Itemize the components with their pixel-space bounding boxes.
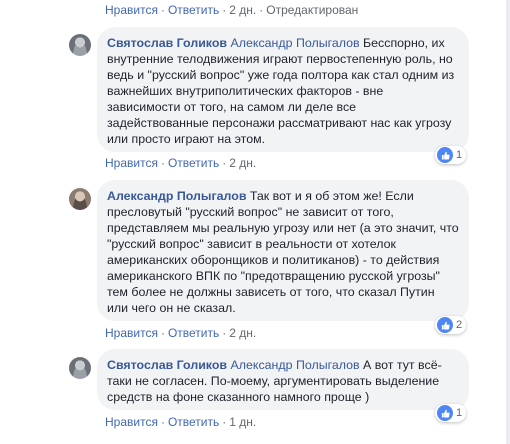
- reaction-summary[interactable]: 2: [435, 316, 467, 334]
- comment-bubble: Святослав Голиков Александр Полыгалов Бе…: [97, 27, 469, 152]
- reply-link[interactable]: Ответить: [168, 326, 219, 340]
- separator-dot: ·: [160, 326, 165, 340]
- like-link[interactable]: Нравится: [105, 3, 158, 17]
- avatar[interactable]: [69, 357, 91, 379]
- separator-dot: ·: [160, 3, 165, 17]
- comment-text: Так вот и я об этом же! Если пресловутый…: [107, 189, 459, 315]
- separator-dot: ·: [222, 3, 227, 17]
- reaction-count: 1: [456, 149, 463, 161]
- avatar[interactable]: [69, 34, 91, 56]
- reply-link[interactable]: Ответить: [168, 156, 219, 170]
- comment-actions: Нравится · Ответить · 1 дн.: [105, 415, 256, 429]
- separator-dot: ·: [222, 326, 227, 340]
- separator-dot: ·: [222, 156, 227, 170]
- reply-link[interactable]: Ответить: [168, 415, 219, 429]
- edited-label[interactable]: Отредактирован: [266, 3, 358, 17]
- comment-bubble: Александр Полыгалов Так вот и я об этом …: [97, 180, 469, 321]
- comment-mention[interactable]: Александр Полыгалов: [231, 358, 360, 372]
- reaction-count: 2: [456, 319, 463, 331]
- reaction-summary[interactable]: 1: [435, 146, 467, 164]
- right-divider: [506, 0, 510, 444]
- like-link[interactable]: Нравится: [105, 326, 158, 340]
- timestamp[interactable]: 2 дн.: [229, 326, 256, 340]
- reaction-summary[interactable]: 1: [435, 404, 467, 422]
- comment-author[interactable]: Святослав Голиков: [107, 358, 227, 372]
- separator-dot: ·: [222, 415, 227, 429]
- comment-bubble: Святослав Голиков Александр Полыгалов А …: [97, 349, 469, 410]
- timestamp[interactable]: 2 дн.: [229, 3, 256, 17]
- reaction-count: 1: [456, 407, 463, 419]
- comment-mention[interactable]: Александр Полыгалов: [231, 36, 360, 50]
- previous-comment-actions: Нравится · Ответить · 2 дн. · Отредактирован: [105, 3, 358, 19]
- thumbs-up-icon: [437, 147, 453, 163]
- reply-link[interactable]: Ответить: [168, 3, 219, 17]
- timestamp[interactable]: 1 дн.: [229, 415, 256, 429]
- separator-dot: ·: [160, 415, 165, 429]
- comment-author[interactable]: Александр Полыгалов: [107, 189, 246, 203]
- avatar[interactable]: [69, 188, 91, 210]
- like-link[interactable]: Нравится: [105, 156, 158, 170]
- thumbs-up-icon: [437, 405, 453, 421]
- like-link[interactable]: Нравится: [105, 415, 158, 429]
- separator-dot: ·: [259, 3, 264, 17]
- comment-actions: Нравится · Ответить · 2 дн.: [105, 326, 256, 340]
- thumbs-up-icon: [437, 317, 453, 333]
- timestamp[interactable]: 2 дн.: [229, 156, 256, 170]
- separator-dot: ·: [160, 156, 165, 170]
- comment-actions: Нравится · Ответить · 2 дн.: [105, 156, 256, 170]
- comment-author[interactable]: Святослав Голиков: [107, 36, 227, 50]
- comment-text: Бесспорно, их внутренние телодвижения иг…: [107, 36, 455, 146]
